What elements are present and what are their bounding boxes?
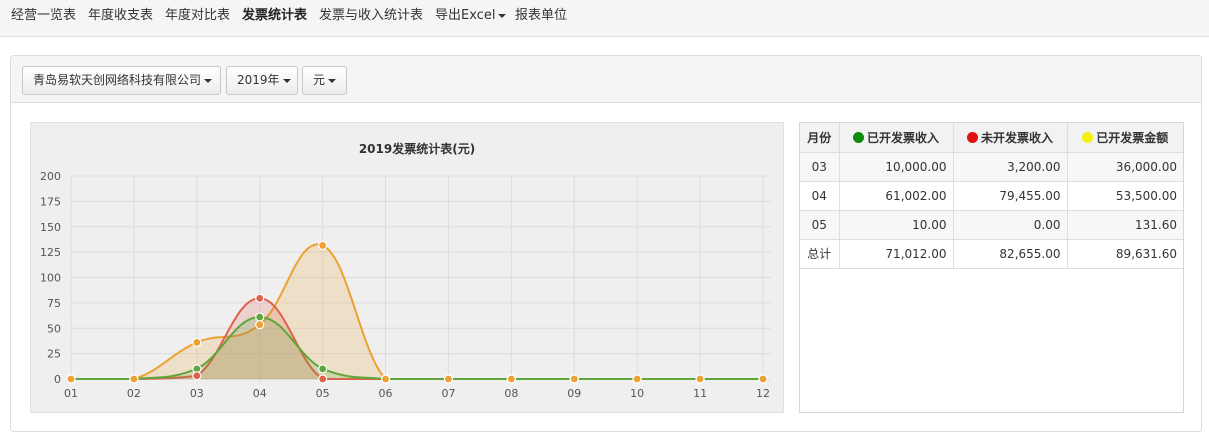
nav-export-excel[interactable]: 导出Excel [435, 8, 507, 24]
header-invoiced-label: 已开发票收入 [866, 130, 939, 145]
x-tick-label: 02 [127, 387, 141, 400]
cell-month: 04 [800, 181, 840, 211]
legend-dot-uninvoiced [966, 131, 978, 143]
chart-canvas: 2019发票统计表(元) 0 25 50 75 100 125 150 175 200 01 02 03… [40, 141, 771, 400]
table-header-row: 月份 已开发票收入 未开发票收入 已开发票金额 [800, 123, 1183, 153]
x-tick-label: 05 [316, 387, 330, 400]
unit-select[interactable]: 元 [302, 66, 347, 95]
series-area-amount [71, 244, 763, 379]
data-point-amount [758, 374, 768, 384]
header-month: 月份 [800, 123, 840, 153]
header-invoiced: 已开发票收入 [839, 123, 954, 153]
cell-uninvoiced: 0.00 [953, 210, 1068, 240]
legend-dot-invoiced [852, 131, 864, 143]
data-point-amount [318, 240, 328, 251]
data-point-amount [255, 320, 265, 330]
nav-report-unit[interactable]: 报表单位 [515, 8, 567, 24]
x-tick-label: 04 [253, 387, 267, 400]
table-total-row: 总计 71,012.00 82,655.00 89,631.60 [800, 239, 1183, 269]
cell-uninvoiced: 3,200.00 [953, 152, 1068, 182]
legend-dot-amount [1082, 131, 1094, 143]
cell-month: 05 [800, 210, 840, 240]
table-row: 05 10.00 0.00 131.60 [800, 210, 1183, 240]
nav-annual-comparison[interactable]: 年度对比表 [165, 8, 230, 24]
data-point-amount [569, 374, 579, 384]
data-point-amount [129, 374, 139, 384]
x-tick-label: 11 [693, 387, 707, 400]
y-tick-label: 100 [40, 272, 61, 285]
data-point-invoiced [318, 364, 328, 374]
chart-title: 2019发票统计表(元) [359, 141, 475, 156]
invoice-table-container: 月份 已开发票收入 未开发票收入 已开发票金额 03 10,000.00 3,2… [799, 122, 1184, 413]
cell-amount: 131.60 [1067, 210, 1183, 240]
y-tick-label: 200 [40, 170, 61, 183]
x-tick-label: 03 [190, 387, 204, 400]
x-tick-label: 10 [630, 387, 644, 400]
cell-month: 03 [800, 152, 840, 182]
nav-invoice-statistics[interactable]: 发票统计表 [242, 8, 307, 24]
cell-amount: 89,631.60 [1067, 239, 1183, 269]
data-point-invoiced [255, 312, 265, 322]
company-select[interactable]: 青岛易软天创网络科技有限公司 [22, 66, 221, 95]
y-tick-label: 0 [54, 373, 61, 386]
y-tick-label: 25 [47, 348, 61, 361]
nav-export-excel-label: 导出Excel [435, 8, 496, 23]
cell-invoiced: 10.00 [839, 210, 954, 240]
y-tick-label: 175 [40, 195, 61, 208]
data-point-uninvoiced [318, 374, 328, 384]
invoice-table: 月份 已开发票收入 未开发票收入 已开发票金额 03 10,000.00 3,2… [800, 123, 1183, 269]
cell-amount: 53,500.00 [1067, 181, 1183, 211]
cell-invoiced: 61,002.00 [839, 181, 954, 211]
filter-bar: 青岛易软天创网络科技有限公司 2019年 元 [11, 56, 1201, 103]
x-tick-label: 12 [756, 387, 770, 400]
chevron-down-icon [498, 13, 507, 18]
data-point-amount [695, 374, 705, 384]
cell-uninvoiced: 79,455.00 [953, 181, 1068, 211]
y-tick-label: 125 [40, 246, 61, 259]
x-tick-label: 09 [567, 387, 581, 400]
y-tick-label: 150 [40, 221, 61, 234]
nav-annual-income-expense[interactable]: 年度收支表 [88, 8, 153, 24]
x-tick-label: 08 [504, 387, 518, 400]
top-navigation: 经营一览表 年度收支表 年度对比表 发票统计表 发票与收入统计表 导出Excel… [0, 0, 1209, 37]
company-select-value: 青岛易软天创网络科技有限公司 [33, 73, 202, 87]
nav-business-overview[interactable]: 经营一览表 [11, 8, 76, 24]
data-point-amount [506, 374, 516, 384]
data-point-uninvoiced [192, 371, 202, 381]
y-tick-label: 75 [47, 297, 61, 310]
cell-uninvoiced: 82,655.00 [953, 239, 1068, 269]
data-point-uninvoiced [255, 293, 265, 303]
year-select-value: 2019年 [237, 73, 280, 87]
cell-month: 总计 [800, 239, 840, 269]
chevron-down-icon [282, 78, 291, 83]
header-amount: 已开发票金额 [1067, 123, 1183, 153]
data-point-amount [192, 337, 202, 348]
data-point-amount [380, 374, 391, 384]
cell-invoiced: 10,000.00 [839, 152, 954, 182]
cell-invoiced: 71,012.00 [839, 239, 954, 269]
x-tick-label: 01 [64, 387, 78, 400]
data-point-amount [632, 374, 642, 384]
header-uninvoiced: 未开发票收入 [953, 123, 1068, 153]
invoice-chart: 2019发票统计表(元) 0 25 50 75 100 125 150 175 200 01 02 03… [30, 122, 784, 413]
x-tick-label: 07 [441, 387, 455, 400]
nav-invoice-income-statistics[interactable]: 发票与收入统计表 [319, 8, 423, 24]
year-select[interactable]: 2019年 [226, 66, 298, 95]
report-panel: 青岛易软天创网络科技有限公司 2019年 元 2019发票统计表(元) 0 25 50… [10, 55, 1202, 432]
x-tick-label: 06 [379, 387, 393, 400]
chevron-down-icon [328, 78, 337, 83]
y-tick-label: 50 [47, 322, 61, 335]
unit-select-value: 元 [313, 73, 326, 87]
header-uninvoiced-label: 未开发票收入 [980, 130, 1053, 145]
table-row: 04 61,002.00 79,455.00 53,500.00 [800, 181, 1183, 211]
data-point-amount [443, 374, 454, 384]
table-row: 03 10,000.00 3,200.00 36,000.00 [800, 152, 1183, 182]
header-amount-label: 已开发票金额 [1096, 130, 1169, 145]
chevron-down-icon [204, 78, 213, 83]
data-point-amount [66, 374, 76, 384]
cell-amount: 36,000.00 [1067, 152, 1183, 182]
